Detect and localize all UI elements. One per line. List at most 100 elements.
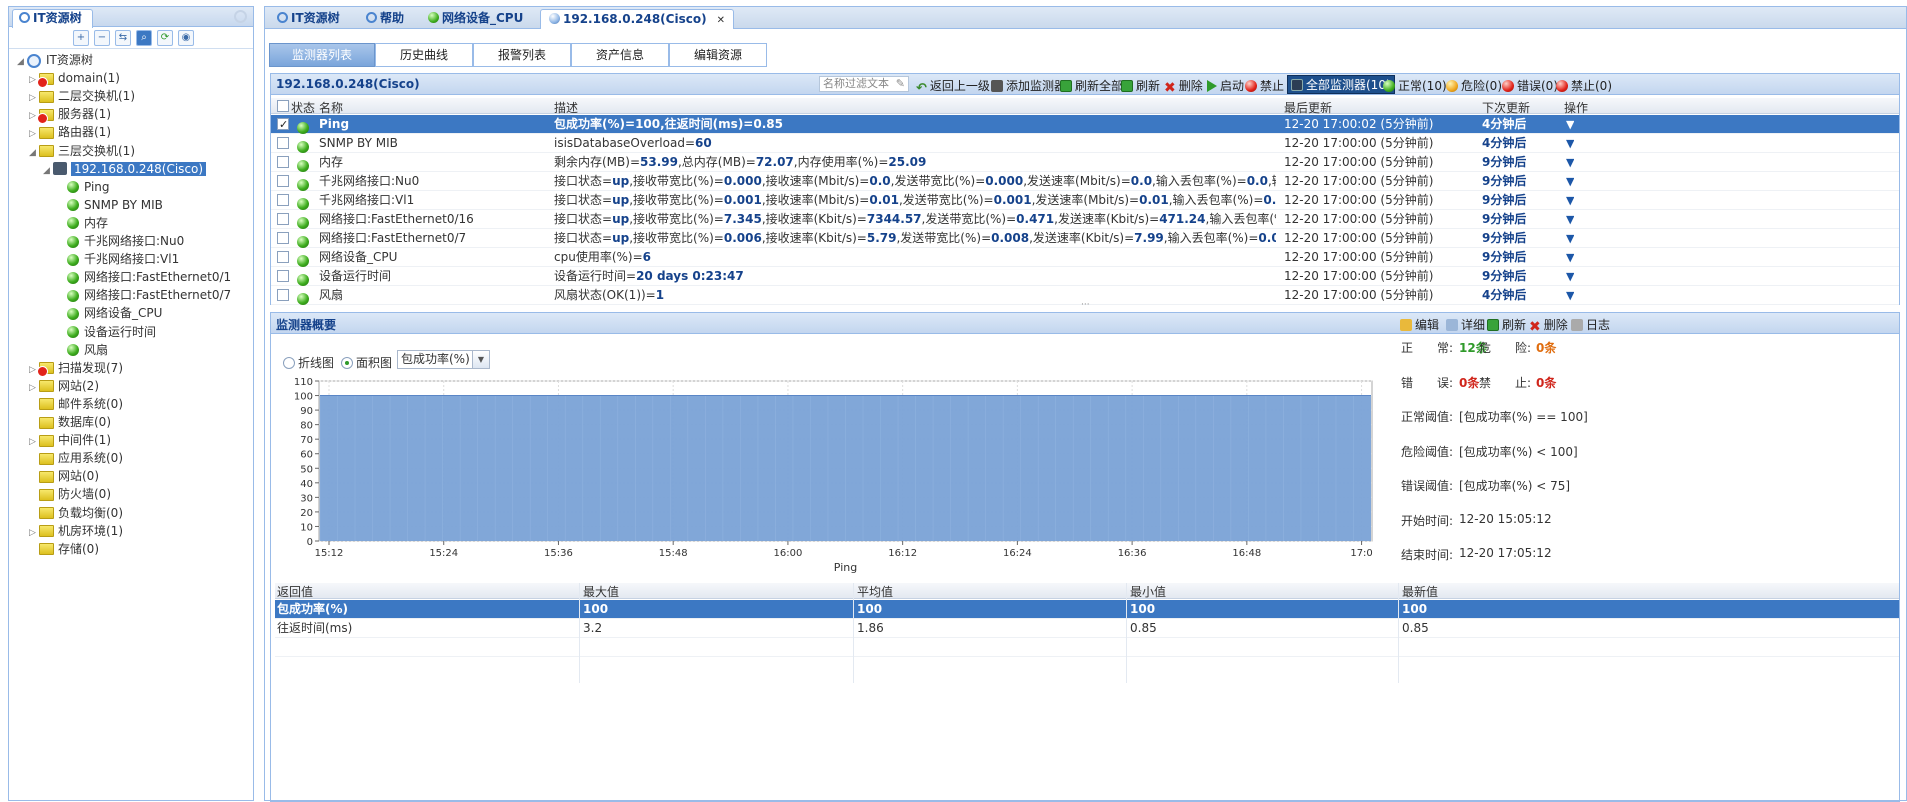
tree-root[interactable]: ◢ IT资源树 (17, 51, 93, 69)
monitor-name[interactable]: 风扇 (319, 286, 343, 305)
subtab-asset-info[interactable]: 资产信息 (571, 43, 669, 67)
tab-it-resource-tree[interactable]: IT资源树 (269, 9, 348, 29)
table-row[interactable]: 内存 剩余内存(MB)=53.99,总内存(MB)=72.07,内存使用率(%)=… (271, 153, 1899, 172)
link-icon[interactable]: ⇆ (115, 30, 131, 46)
row-action-dropdown-icon[interactable]: ▼ (1566, 191, 1574, 210)
row-checkbox[interactable] (277, 172, 289, 191)
refresh-button[interactable]: 刷新 (1121, 77, 1160, 94)
area-chart-radio[interactable]: 面积图 (341, 354, 392, 371)
radio[interactable] (341, 357, 353, 369)
monitor-name[interactable]: Ping (319, 115, 349, 134)
tree-node-group[interactable]: 数据库(0) (29, 413, 111, 431)
checkbox[interactable] (277, 100, 289, 112)
expand-all-icon[interactable]: + (73, 30, 89, 46)
monitor-name[interactable]: SNMP BY MIB (319, 134, 398, 153)
tree-node-group[interactable]: 邮件系统(0) (29, 395, 123, 413)
table-row[interactable]: Ping 包成功率(%)=100,往返时间(ms)=0.85 12-20 17:00… (271, 115, 1899, 134)
tree-node-group[interactable]: ▷ 路由器(1) (29, 123, 111, 141)
tree-node-group[interactable]: 网站(0) (29, 467, 99, 485)
tree-node-group[interactable]: 防火墙(0) (29, 485, 111, 503)
log-button[interactable]: 日志 (1571, 316, 1610, 333)
table-row[interactable]: 网络接口:FastEthernet0/16 接口状态=up,接收带宽比(%)=7.… (271, 210, 1899, 229)
col-status[interactable]: 状态 (291, 99, 315, 116)
row-checkbox[interactable] (277, 229, 289, 248)
checkbox[interactable] (277, 156, 289, 168)
col-actions[interactable]: 操作 (1564, 99, 1588, 116)
row-checkbox[interactable] (277, 134, 289, 153)
filter-error-button[interactable]: 错误(0) (1502, 77, 1558, 94)
eye-icon[interactable]: ◉ (178, 30, 194, 46)
filter-danger-button[interactable]: 危险(0) (1446, 77, 1502, 94)
checkbox[interactable] (277, 270, 289, 282)
row-action-dropdown-icon[interactable]: ▼ (1566, 267, 1574, 286)
disable-button[interactable]: 禁止 (1245, 77, 1284, 94)
tab-help[interactable]: 帮助 (358, 9, 412, 29)
tree-node-monitor[interactable]: 内存 (67, 214, 108, 232)
col-next-update[interactable]: 下次更新 (1482, 99, 1530, 116)
gear-icon[interactable] (234, 10, 247, 23)
subtab-monitor-list[interactable]: 监测器列表 (269, 43, 375, 67)
tree-node-group[interactable]: ▷ 二层交换机(1) (29, 87, 135, 105)
table-row[interactable]: 网络设备_CPU cpu使用率(%)=6 12-20 17:00:00 (5分钟前)… (271, 248, 1899, 267)
line-chart-radio[interactable]: 折线图 (283, 354, 334, 371)
tree-panel-tab[interactable]: IT资源树 (12, 9, 93, 28)
row-action-dropdown-icon[interactable]: ▼ (1566, 248, 1574, 267)
table-row[interactable]: 往返时间(ms) 3.2 1.86 0.85 0.85 (275, 619, 1899, 638)
row-action-dropdown-icon[interactable]: ▼ (1566, 210, 1574, 229)
refresh-all-button[interactable]: 刷新全部 (1060, 77, 1123, 94)
start-button[interactable]: 启动 (1207, 77, 1244, 94)
tree-node-monitor[interactable]: 网络设备_CPU (67, 304, 162, 322)
row-action-dropdown-icon[interactable]: ▼ (1566, 115, 1574, 134)
monitor-name[interactable]: 千兆网络接口:Nu0 (319, 172, 419, 191)
back-button[interactable]: ↶ 返回上一级 (916, 77, 990, 96)
chevron-down-icon[interactable]: ▼ (472, 351, 489, 368)
radio[interactable] (283, 357, 295, 369)
row-action-dropdown-icon[interactable]: ▼ (1566, 286, 1574, 305)
checkbox[interactable] (277, 289, 289, 301)
checkbox[interactable] (277, 137, 289, 149)
subtab-alarms[interactable]: 报警列表 (473, 43, 571, 67)
row-action-dropdown-icon[interactable]: ▼ (1566, 134, 1574, 153)
tree-node-group[interactable]: ▷ 中间件(1) (29, 431, 111, 449)
monitor-name[interactable]: 网络设备_CPU (319, 248, 397, 267)
add-monitor-button[interactable]: 添加监测器 (991, 77, 1066, 94)
tree-node-group[interactable]: ▷ 机房环境(1) (29, 522, 123, 540)
collapse-arrow-icon[interactable]: ◢ (43, 162, 53, 180)
table-row[interactable]: 千兆网络接口:Vl1 接口状态=up,接收带宽比(%)=0.001,接收速率(Mb… (271, 191, 1899, 210)
tree-node-monitor[interactable]: 网络接口:FastEthernet0/7 (67, 286, 231, 304)
filter-all-button[interactable]: 全部监测器(10) (1287, 75, 1395, 94)
refresh-icon[interactable]: ⟳ (157, 30, 173, 46)
tree-node-group[interactable]: 存储(0) (29, 540, 99, 558)
tree-node-monitor[interactable]: 网络接口:FastEthernet0/1 (67, 268, 231, 286)
monitor-name[interactable]: 设备运行时间 (319, 267, 391, 286)
checkbox[interactable] (277, 213, 289, 225)
table-row[interactable]: 千兆网络接口:Nu0 接口状态=up,接收带宽比(%)=0.000,接收速率(Mb… (271, 172, 1899, 191)
metric-select[interactable]: 包成功率(%) ▼ (397, 350, 490, 369)
tab-network-cpu[interactable]: 网络设备_CPU (420, 9, 531, 29)
checkbox[interactable] (277, 232, 289, 244)
tab-device[interactable]: 192.168.0.248(Cisco) ✕ (540, 9, 734, 29)
collapse-all-icon[interactable]: − (94, 30, 110, 46)
edit-button[interactable]: 编辑 (1400, 316, 1439, 333)
filter-banned-button[interactable]: 禁止(0) (1556, 77, 1612, 94)
monitor-name[interactable]: 内存 (319, 153, 343, 172)
search-input[interactable]: 名称过滤文本 ✎ (819, 76, 909, 92)
col-last-update[interactable]: 最后更新 (1284, 99, 1332, 116)
row-checkbox[interactable] (277, 286, 289, 305)
row-checkbox[interactable] (277, 115, 289, 134)
row-action-dropdown-icon[interactable]: ▼ (1566, 172, 1574, 191)
row-action-dropdown-icon[interactable]: ▼ (1566, 229, 1574, 248)
table-row[interactable]: SNMP BY MIB isisDatabaseOverload=60 12-20 … (271, 134, 1899, 153)
tree-node-monitor[interactable]: 风扇 (67, 341, 108, 359)
checkbox[interactable] (277, 175, 289, 187)
detail-button[interactable]: 详细 (1446, 316, 1485, 333)
overview-delete-button[interactable]: ✖ 删除 (1529, 316, 1568, 334)
tree-node-device[interactable]: ◢ 192.168.0.248(Cisco) (43, 160, 207, 180)
row-checkbox[interactable] (277, 153, 289, 172)
collapse-arrow-icon[interactable]: ◢ (17, 53, 27, 71)
row-checkbox[interactable] (277, 267, 289, 286)
tree-node-monitor[interactable]: 千兆网络接口:Nu0 (67, 232, 184, 250)
checkbox[interactable] (277, 251, 289, 263)
filter-normal-button[interactable]: 正常(10) (1383, 77, 1447, 94)
close-icon[interactable]: ✕ (717, 15, 725, 26)
